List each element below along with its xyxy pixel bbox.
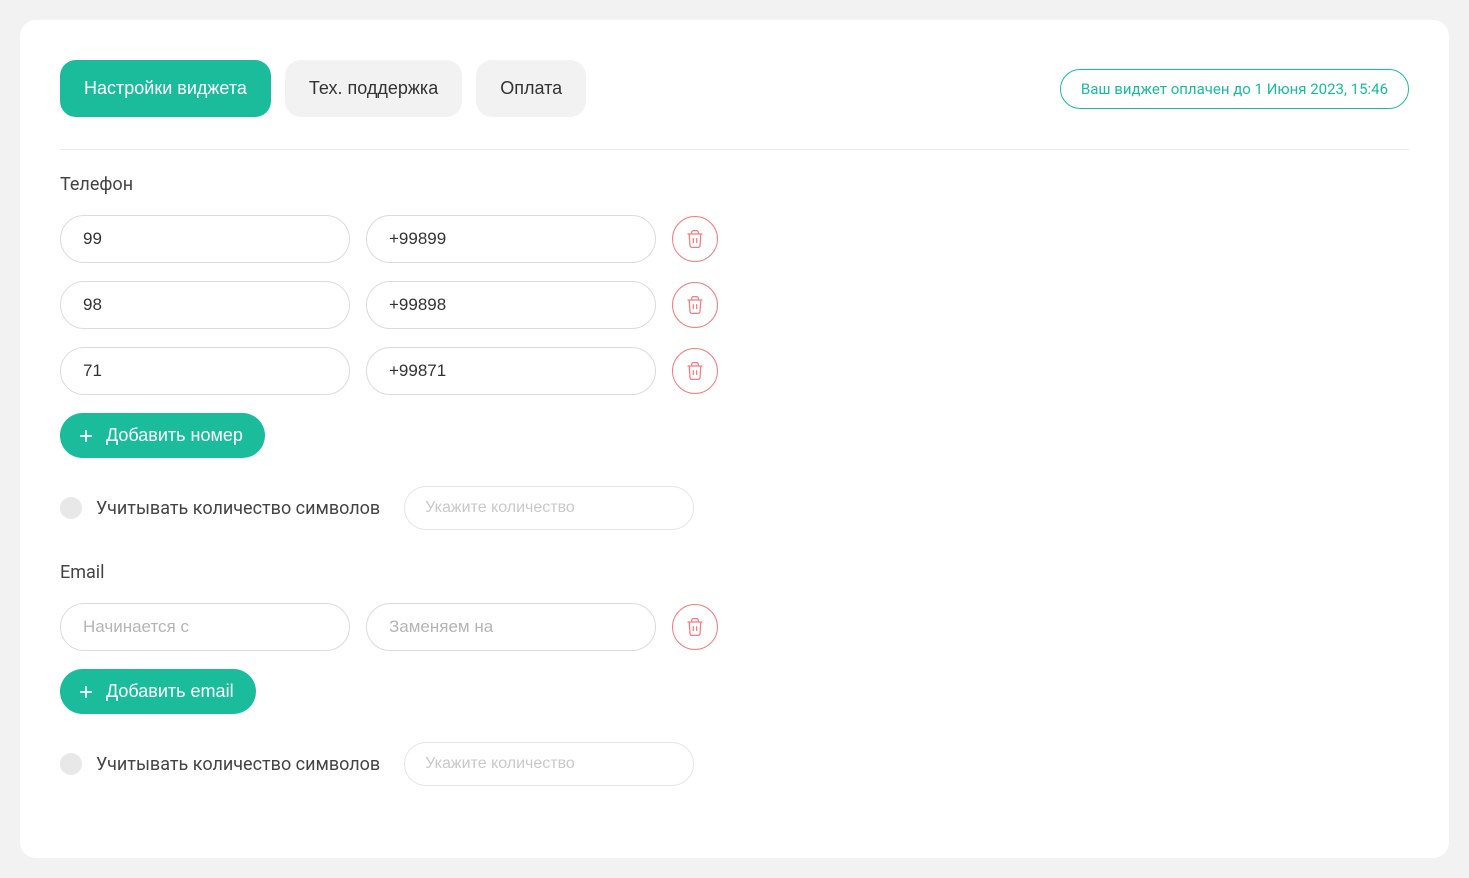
phone-count-row: Учитывать количество символов — [60, 486, 1409, 530]
tab-payment[interactable]: Оплата — [476, 60, 586, 117]
phone-row-0 — [60, 215, 1409, 263]
email-count-checkbox[interactable] — [60, 753, 82, 775]
phone-code-input-1[interactable] — [60, 281, 350, 329]
status-badge: Ваш виджет оплачен до 1 Июня 2023, 15:46 — [1060, 69, 1409, 109]
add-email-label: Добавить email — [106, 681, 234, 702]
plus-icon — [76, 682, 96, 702]
email-section-label: Email — [60, 562, 1409, 583]
phone-count-label: Учитывать количество символов — [96, 498, 380, 519]
tabs: Настройки виджета Тех. поддержка Оплата — [60, 60, 586, 117]
phone-section-label: Телефон — [60, 174, 1409, 195]
add-email-button[interactable]: Добавить email — [60, 669, 256, 714]
delete-phone-button-0[interactable] — [672, 216, 718, 262]
phone-code-input-2[interactable] — [60, 347, 350, 395]
settings-card: Настройки виджета Тех. поддержка Оплата … — [20, 20, 1449, 858]
delete-email-button-0[interactable] — [672, 604, 718, 650]
email-starts-input[interactable] — [60, 603, 350, 651]
delete-phone-button-1[interactable] — [672, 282, 718, 328]
email-count-input[interactable] — [404, 742, 694, 786]
add-phone-label: Добавить номер — [106, 425, 243, 446]
email-count-label: Учитывать количество символов — [96, 754, 380, 775]
phone-row-1 — [60, 281, 1409, 329]
email-row-0 — [60, 603, 1409, 651]
trash-icon — [685, 361, 705, 381]
phone-number-input-1[interactable] — [366, 281, 656, 329]
phone-count-input[interactable] — [404, 486, 694, 530]
add-phone-button[interactable]: Добавить номер — [60, 413, 265, 458]
phone-row-2 — [60, 347, 1409, 395]
trash-icon — [685, 229, 705, 249]
phone-code-input-0[interactable] — [60, 215, 350, 263]
email-replace-input[interactable] — [366, 603, 656, 651]
trash-icon — [685, 295, 705, 315]
email-count-row: Учитывать количество символов — [60, 742, 1409, 786]
phone-number-input-2[interactable] — [366, 347, 656, 395]
delete-phone-button-2[interactable] — [672, 348, 718, 394]
header-row: Настройки виджета Тех. поддержка Оплата … — [60, 60, 1409, 150]
phone-number-input-0[interactable] — [366, 215, 656, 263]
tab-widget-settings[interactable]: Настройки виджета — [60, 60, 271, 117]
phone-count-checkbox[interactable] — [60, 497, 82, 519]
trash-icon — [685, 617, 705, 637]
plus-icon — [76, 426, 96, 446]
tab-support[interactable]: Тех. поддержка — [285, 60, 462, 117]
